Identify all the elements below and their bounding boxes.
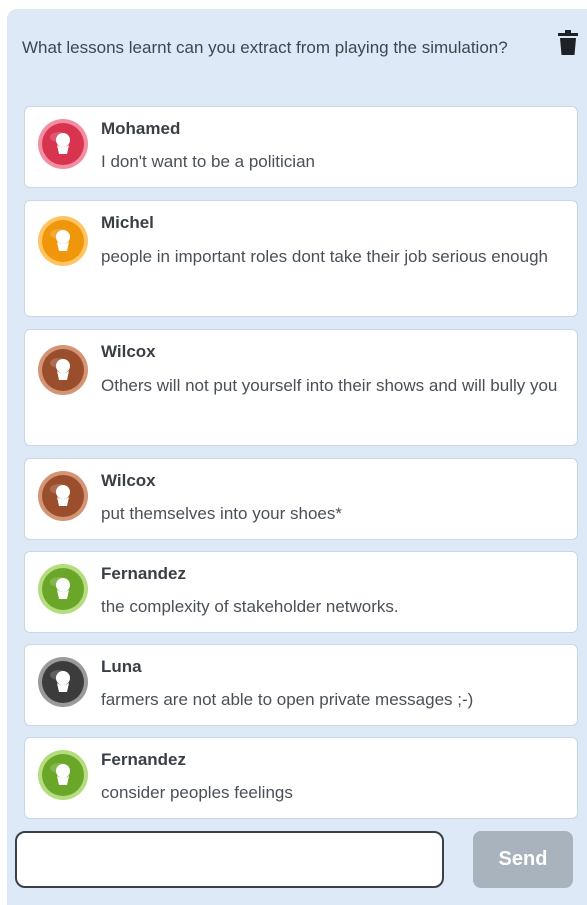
message-author: Michel	[101, 213, 154, 232]
message-text: Others will not put yourself into their …	[101, 376, 558, 395]
message-text: people in important roles dont take thei…	[101, 247, 549, 266]
chat-panel: What lessons learnt can you extract from…	[7, 9, 587, 905]
message-item: Wilcox Others will not put yourself into…	[24, 329, 578, 446]
message-text: the complexity of stakeholder networks.	[101, 597, 399, 616]
message-item: Michel people in important roles dont ta…	[24, 200, 578, 317]
message-author: Wilcox	[101, 342, 156, 361]
message-author: Fernandez	[101, 564, 187, 583]
send-button[interactable]: Send	[473, 831, 573, 888]
message-item: Fernandez consider peoples feelings	[24, 737, 578, 819]
message-text: farmers are not able to open private mes…	[101, 690, 474, 709]
message-text: I don't want to be a politician	[101, 152, 315, 171]
trash-icon[interactable]	[558, 30, 578, 56]
message-author: Fernandez	[101, 750, 187, 769]
message-author: Wilcox	[101, 471, 156, 490]
message-item: Luna farmers are not able to open privat…	[24, 644, 578, 726]
message-text: consider peoples feelings	[101, 783, 293, 802]
message-author: Mohamed	[101, 119, 181, 138]
question-text: What lessons learnt can you extract from…	[22, 38, 508, 57]
message-input[interactable]	[15, 831, 444, 888]
message-author: Luna	[101, 657, 142, 676]
message-item: Mohamed I don't want to be a politician	[24, 106, 578, 188]
message-text: put themselves into your shoes*	[101, 504, 342, 523]
message-item: Fernandez the complexity of stakeholder …	[24, 551, 578, 633]
message-item: Wilcox put themselves into your shoes*	[24, 458, 578, 540]
